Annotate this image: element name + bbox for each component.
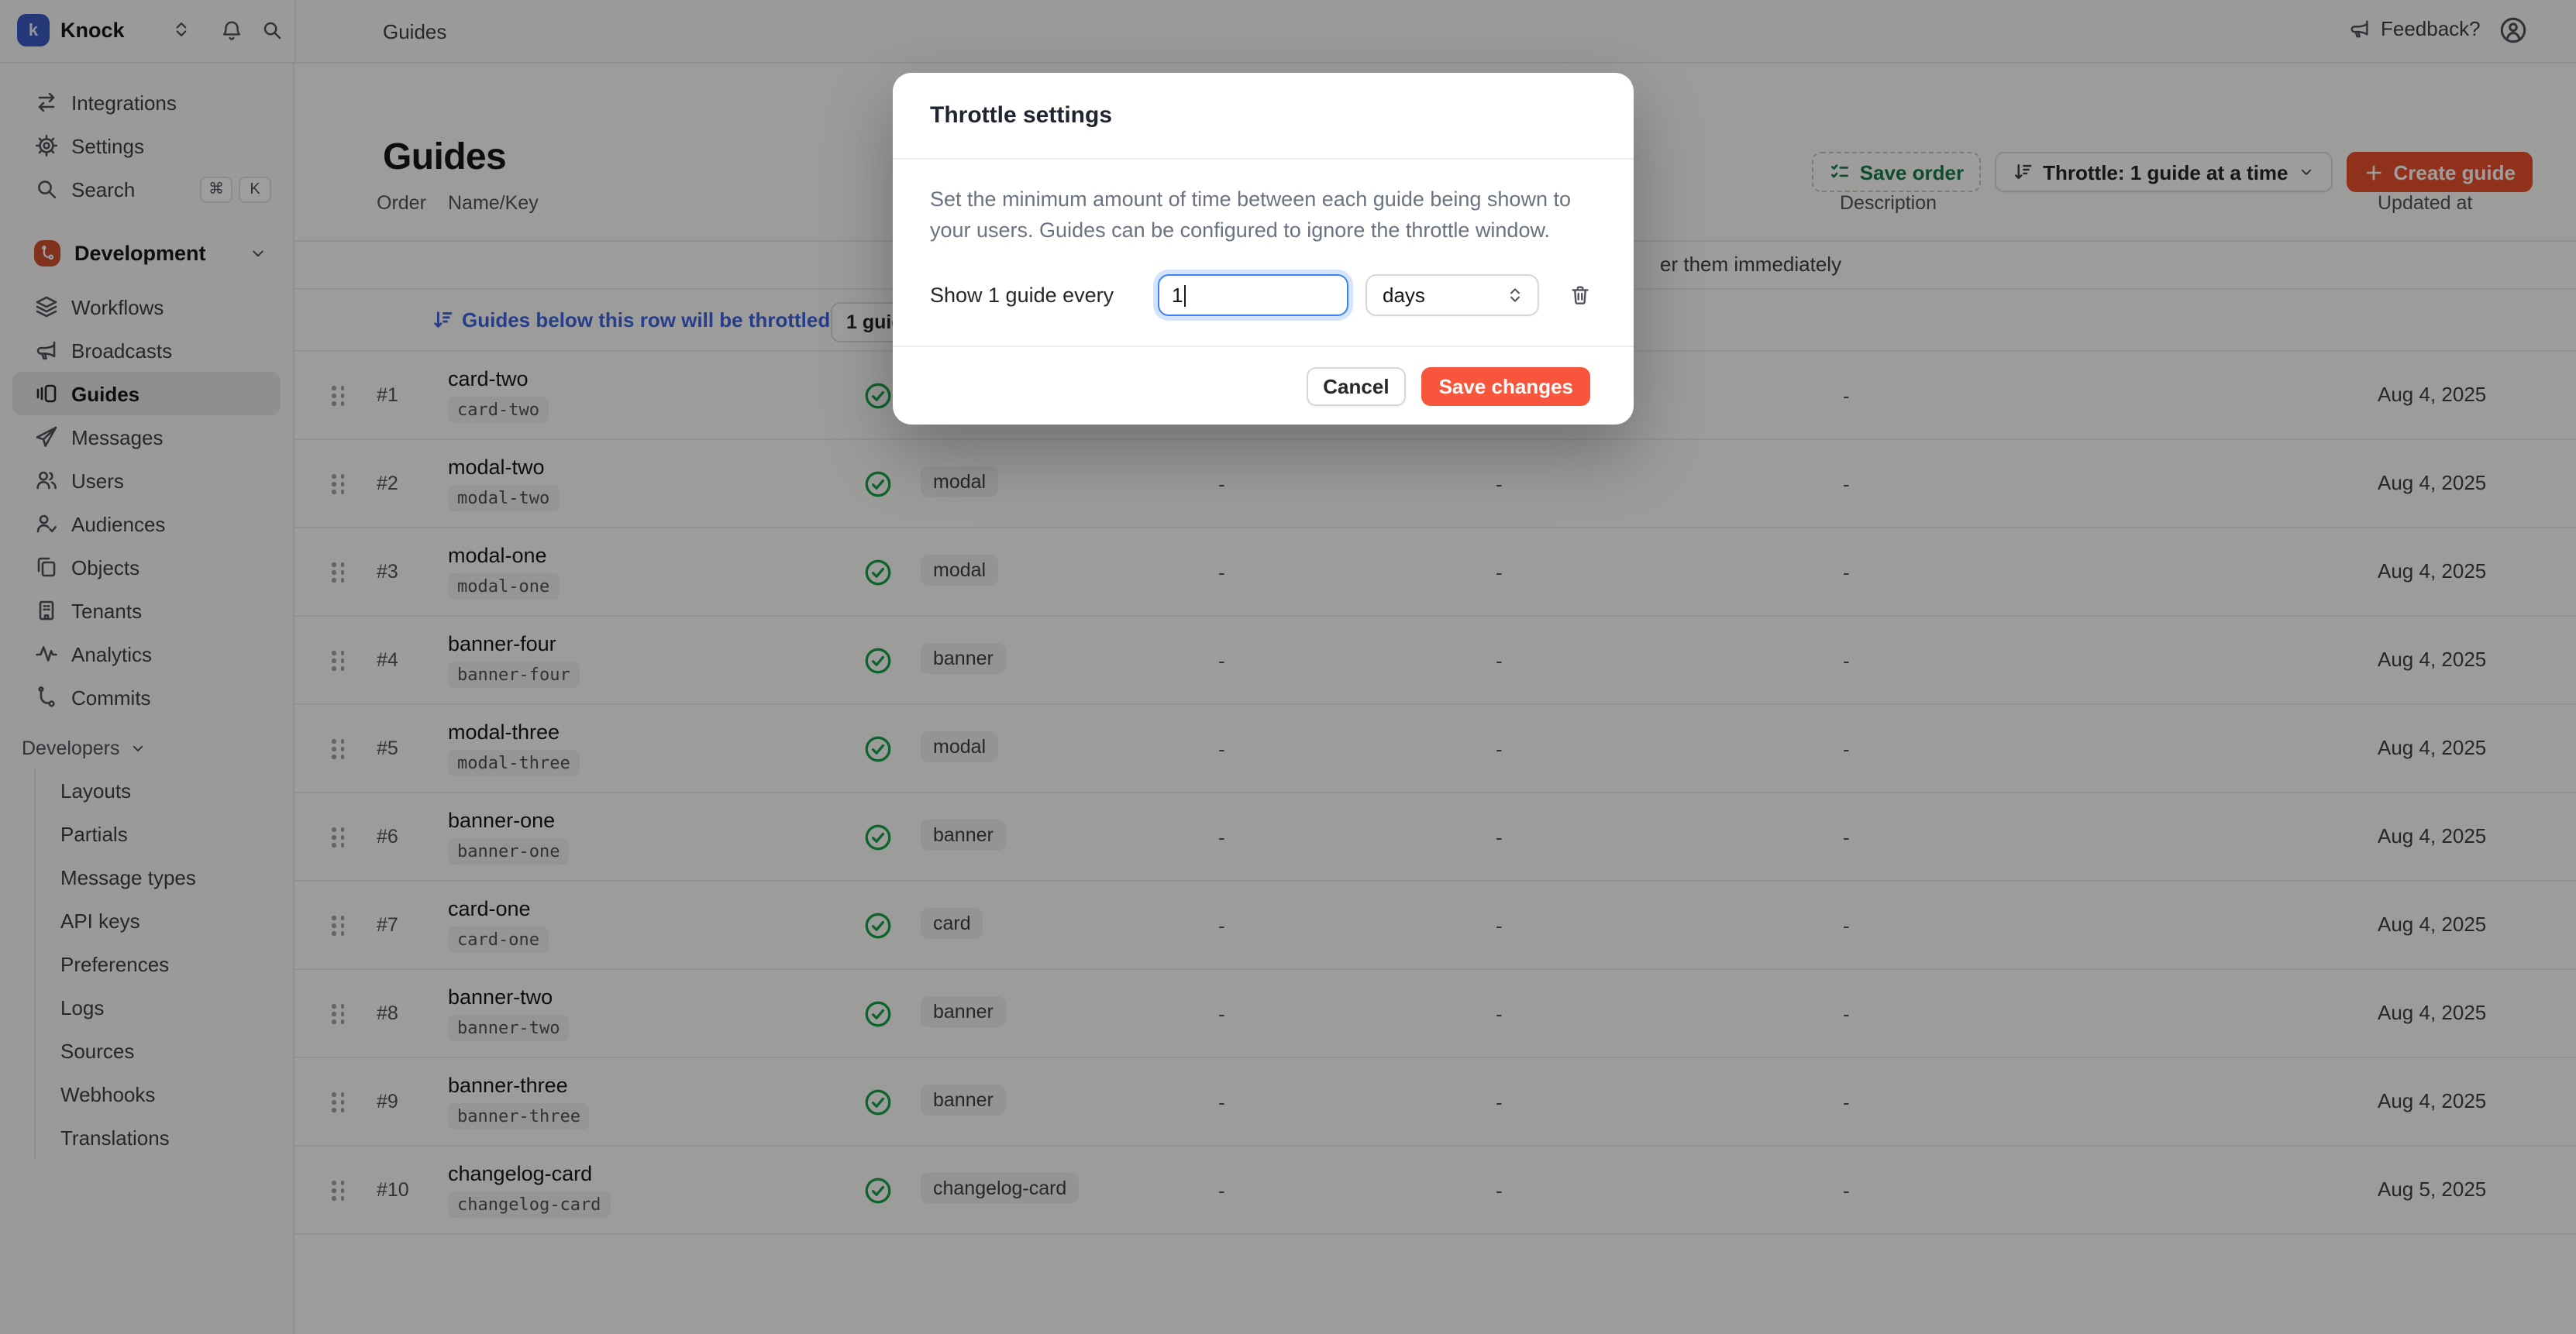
modal-footer: Cancel Save changes <box>893 346 1634 425</box>
throttle-settings-modal: Throttle settings Set the minimum amount… <box>893 73 1634 425</box>
modal-description: Set the minimum amount of time between e… <box>930 184 1590 246</box>
modal-title: Throttle settings <box>930 102 1112 129</box>
cancel-button[interactable]: Cancel <box>1306 366 1406 405</box>
throttle-form-label: Show 1 guide every <box>930 284 1114 307</box>
input-value: 1 <box>1172 284 1183 307</box>
modal-header: Throttle settings <box>893 73 1634 160</box>
app-window: k Knock Guides Feedback? Integrations <box>0 0 2576 1334</box>
save-changes-button[interactable]: Save changes <box>1422 366 1590 405</box>
throttle-form-row: Show 1 guide every 1 days <box>930 274 1596 318</box>
text-caret <box>1183 284 1186 306</box>
chevron-up-down-icon <box>1505 285 1525 305</box>
trash-icon[interactable] <box>1569 284 1592 307</box>
select-value: days <box>1383 284 1425 307</box>
throttle-interval-input[interactable]: 1 <box>1158 274 1348 316</box>
throttle-unit-select[interactable]: days <box>1365 274 1539 316</box>
